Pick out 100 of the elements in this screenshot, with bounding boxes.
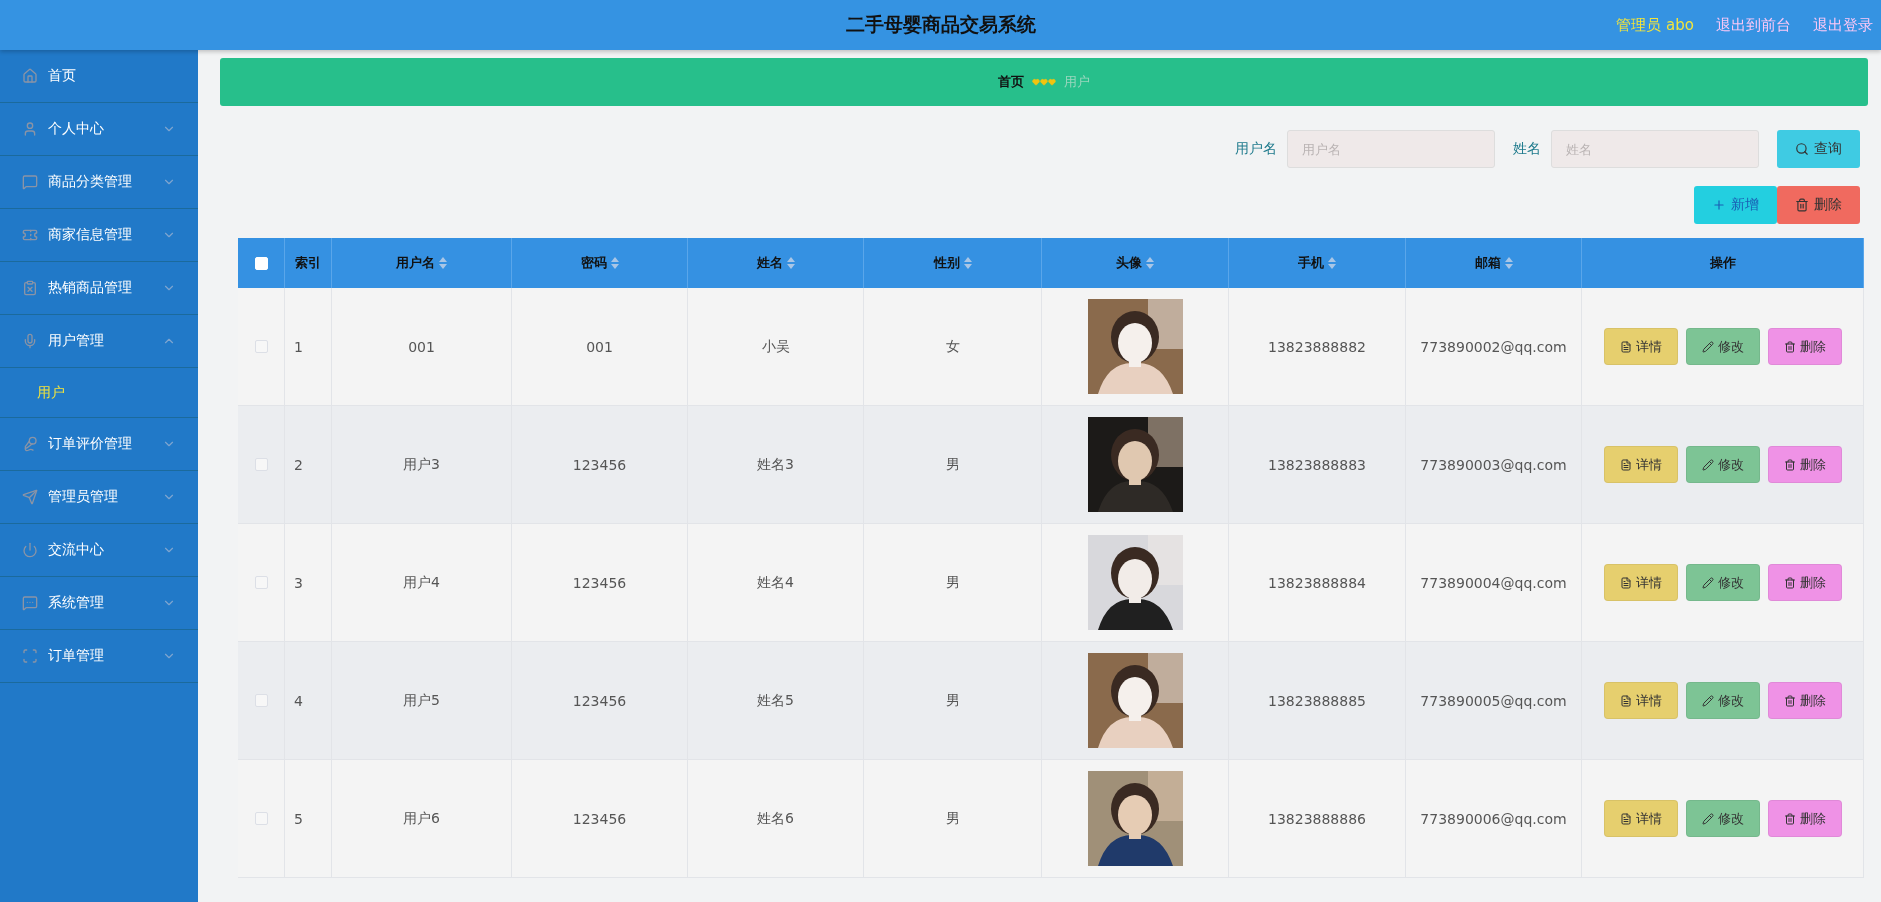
table-cell: 用户5	[403, 691, 440, 710]
table-cell: 13823888882	[1268, 338, 1366, 355]
sidebar-item-label: 订单评价管理	[48, 435, 132, 453]
pencil-icon	[1701, 576, 1714, 589]
table-cell: 女	[945, 337, 960, 356]
delete-button[interactable]: 删除	[1767, 800, 1842, 837]
table-cell: 姓名4	[757, 573, 794, 592]
sidebar-item-label: 个人中心	[48, 120, 104, 138]
send-icon	[22, 489, 38, 505]
table-cell: 773890004@qq.com	[1420, 574, 1567, 591]
sort-icon[interactable]	[786, 257, 795, 269]
sidebar-item[interactable]: 商家信息管理	[0, 209, 198, 262]
sidebar-item[interactable]: 商品分类管理	[0, 156, 198, 209]
row-checkbox[interactable]	[254, 694, 268, 707]
table-cell: 姓名3	[757, 455, 794, 474]
table-cell: 姓名5	[757, 691, 794, 710]
table-cell: 用户4	[403, 573, 440, 592]
table-cell: 4	[294, 692, 303, 709]
table-cell: 123456	[572, 692, 627, 709]
clipboard-icon	[22, 280, 38, 296]
sidebar-item[interactable]: 系统管理	[0, 577, 198, 630]
table-cell: 1	[294, 338, 303, 355]
table-cell: 001	[408, 338, 435, 355]
column-header: 手机	[1298, 254, 1324, 272]
edit-button[interactable]: 修改	[1685, 682, 1760, 719]
row-checkbox[interactable]	[254, 576, 268, 589]
sidebar-item[interactable]: 个人中心	[0, 103, 198, 156]
sidebar-item[interactable]: 交流中心	[0, 524, 198, 577]
trash-icon	[1795, 198, 1809, 212]
chat-icon	[22, 174, 38, 190]
sidebar-item-label: 商家信息管理	[48, 226, 132, 244]
sidebar-item[interactable]: 首页	[0, 50, 198, 103]
edit-button[interactable]: 修改	[1685, 446, 1760, 483]
table-cell: 773890003@qq.com	[1420, 456, 1567, 473]
column-header: 密码	[580, 254, 607, 272]
table-cell: 2	[294, 456, 303, 473]
table-cell: 男	[945, 455, 960, 474]
edit-button[interactable]: 修改	[1685, 564, 1760, 601]
table-cell: 5	[294, 810, 303, 827]
add-button[interactable]: 新增	[1694, 186, 1777, 224]
sidebar-item[interactable]: 用户管理	[0, 315, 198, 368]
search-button[interactable]: 查询	[1777, 130, 1860, 168]
sort-icon[interactable]	[610, 257, 619, 269]
delete-button[interactable]: 删除	[1767, 328, 1842, 365]
table-cell: 男	[945, 809, 960, 828]
sidebar-item-label: 系统管理	[48, 594, 104, 612]
admin-label: 管理员 abo	[1616, 15, 1694, 35]
sort-icon[interactable]	[1504, 257, 1513, 269]
table-cell: 3	[294, 574, 303, 591]
detail-button[interactable]: 详情	[1603, 446, 1678, 483]
table-cell: 姓名6	[757, 809, 794, 828]
row-checkbox[interactable]	[254, 458, 268, 471]
breadcrumb-item[interactable]: 首页	[998, 73, 1024, 91]
sidebar-item[interactable]: 管理员管理	[0, 471, 198, 524]
document-icon	[1619, 576, 1632, 589]
delete-button[interactable]: 删除	[1777, 186, 1860, 224]
edit-button[interactable]: 修改	[1685, 800, 1760, 837]
frame-icon	[22, 648, 38, 664]
message-icon	[22, 595, 38, 611]
sidebar-item-label: 商品分类管理	[48, 173, 132, 191]
sidebar-item[interactable]: 热销商品管理	[0, 262, 198, 315]
detail-button[interactable]: 详情	[1603, 682, 1678, 719]
sidebar-item-label: 交流中心	[48, 541, 104, 559]
microphone-icon	[22, 333, 38, 349]
delete-button[interactable]: 删除	[1767, 682, 1842, 719]
sidebar-item-label: 订单管理	[48, 647, 104, 665]
table-cell: 773890005@qq.com	[1420, 692, 1567, 709]
sort-icon[interactable]	[963, 257, 972, 269]
detail-button[interactable]: 详情	[1603, 328, 1678, 365]
sidebar-item-label: 管理员管理	[48, 488, 118, 506]
table-cell: 773890002@qq.com	[1420, 338, 1567, 355]
detail-button[interactable]: 详情	[1603, 564, 1678, 601]
column-header: 姓名	[756, 254, 783, 272]
table-cell: 123456	[572, 456, 627, 473]
document-icon	[1619, 340, 1632, 353]
pencil-icon	[1701, 340, 1714, 353]
pencil-icon	[1701, 812, 1714, 825]
table-cell: 用户3	[403, 455, 440, 474]
trash-icon	[1783, 694, 1796, 707]
pencil-icon	[1701, 694, 1714, 707]
sort-icon[interactable]	[439, 257, 447, 269]
sidebar-item[interactable]: 订单评价管理	[0, 418, 198, 471]
edit-button[interactable]: 修改	[1685, 328, 1760, 365]
delete-button[interactable]: 删除	[1767, 564, 1842, 601]
detail-button[interactable]: 详情	[1603, 800, 1678, 837]
trash-icon	[1783, 458, 1796, 471]
column-header: 头像	[1116, 254, 1142, 272]
row-checkbox[interactable]	[254, 340, 268, 353]
sidebar-subitem[interactable]: 用户	[0, 368, 198, 418]
sort-icon[interactable]	[1328, 257, 1336, 269]
table-cell: 男	[945, 573, 960, 592]
select-all-checkbox[interactable]	[254, 256, 268, 270]
sidebar-item[interactable]: 订单管理	[0, 630, 198, 683]
table-cell: 123456	[572, 574, 627, 591]
row-checkbox[interactable]	[254, 812, 268, 825]
delete-button[interactable]: 删除	[1767, 446, 1842, 483]
plus-icon	[1712, 198, 1726, 212]
table-cell: 男	[945, 691, 960, 710]
sort-icon[interactable]	[1146, 257, 1154, 269]
table-cell: 773890006@qq.com	[1420, 810, 1567, 827]
